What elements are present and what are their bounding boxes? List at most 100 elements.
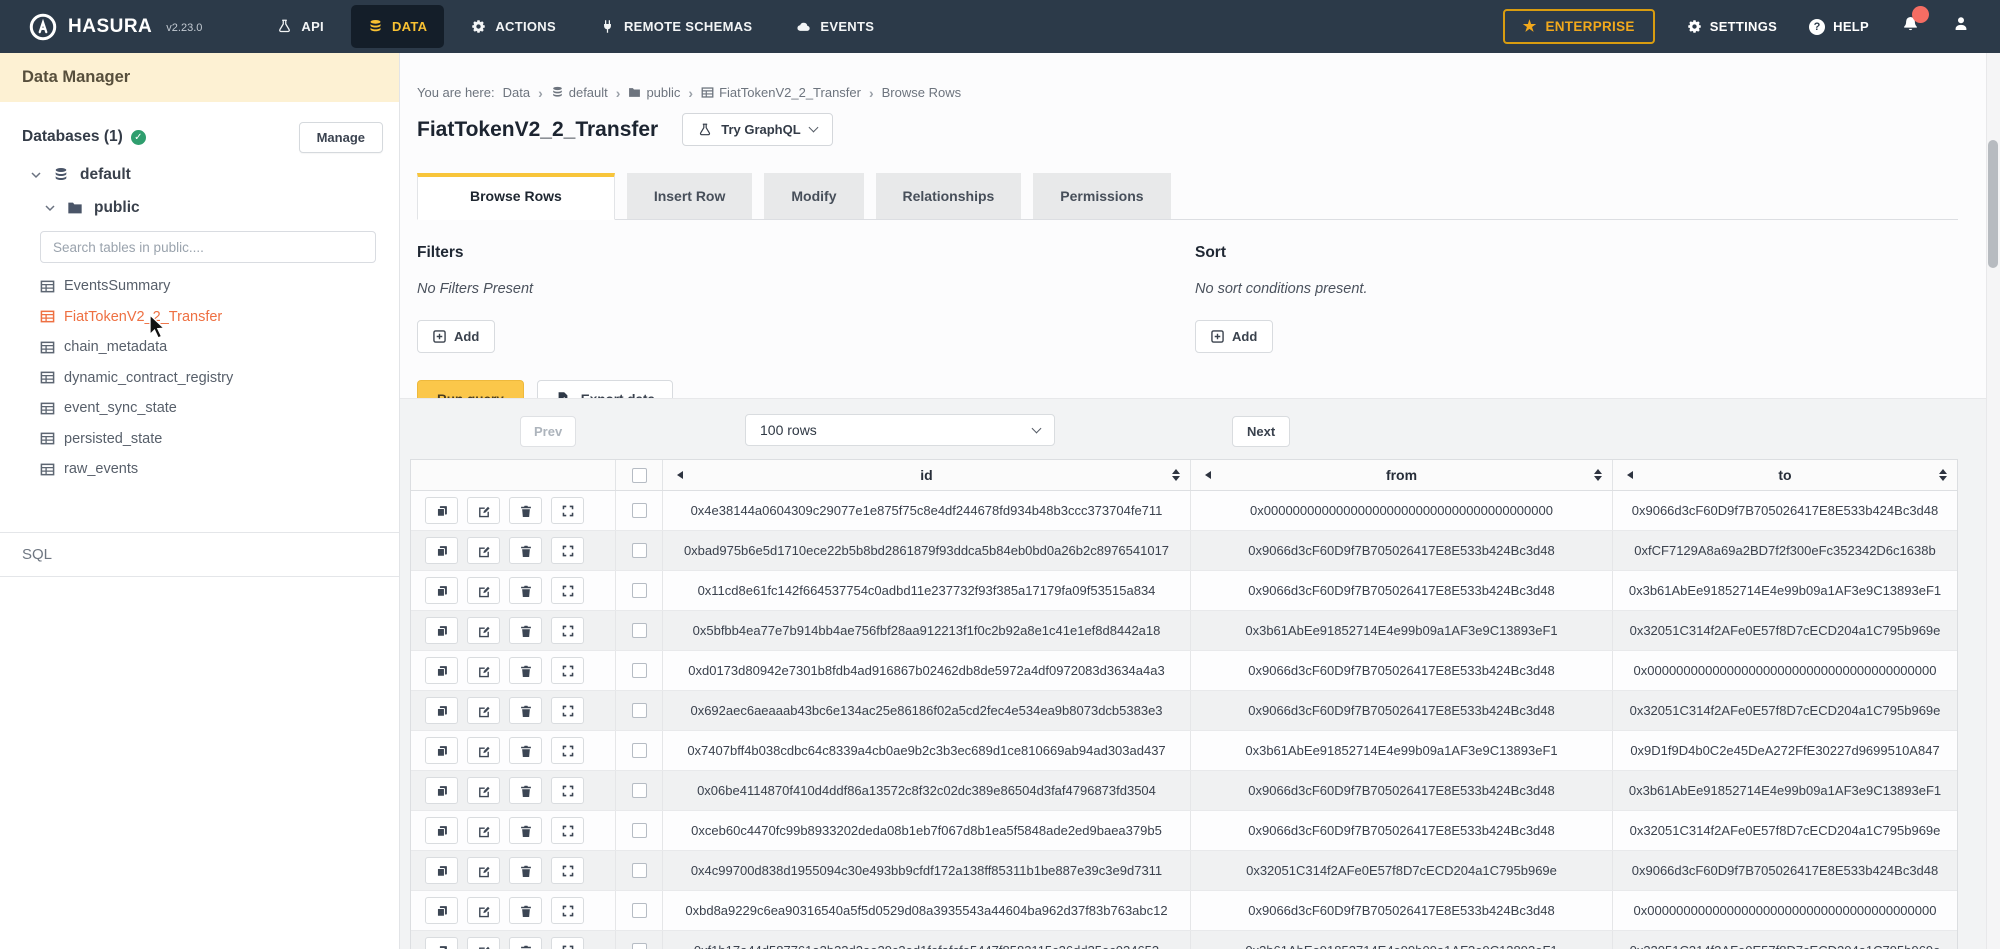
expand-row-button[interactable] (551, 697, 584, 724)
sidebar-table-chain-metadata[interactable]: chain_metadata (40, 332, 399, 363)
edit-row-button[interactable] (467, 697, 500, 724)
copy-row-button[interactable] (425, 777, 458, 804)
tab-insert-row[interactable]: Insert Row (627, 173, 753, 219)
breadcrumb-default[interactable]: default (551, 85, 608, 100)
breadcrumb-table[interactable]: FiatTokenV2_2_Transfer (701, 85, 861, 100)
delete-row-button[interactable] (509, 777, 542, 804)
row-checkbox[interactable] (632, 823, 647, 838)
delete-row-button[interactable] (509, 817, 542, 844)
tab-relationships[interactable]: Relationships (876, 173, 1022, 219)
nav-item-events[interactable]: EVENTS (779, 5, 891, 48)
delete-row-button[interactable] (509, 937, 542, 949)
copy-row-button[interactable] (425, 657, 458, 684)
manage-button[interactable]: Manage (299, 122, 383, 153)
copy-row-button[interactable] (425, 577, 458, 604)
copy-row-button[interactable] (425, 937, 458, 949)
sort-column-icon[interactable] (1172, 469, 1180, 481)
delete-row-button[interactable] (509, 857, 542, 884)
notifications-button[interactable] (1901, 15, 1920, 39)
edit-row-button[interactable] (467, 857, 500, 884)
copy-row-button[interactable] (425, 817, 458, 844)
next-page-button[interactable]: Next (1232, 416, 1290, 447)
copy-row-button[interactable] (425, 537, 458, 564)
copy-row-button[interactable] (425, 697, 458, 724)
page-scrollbar-thumb[interactable] (1988, 140, 1998, 268)
tab-modify[interactable]: Modify (764, 173, 863, 219)
delete-row-button[interactable] (509, 577, 542, 604)
edit-row-button[interactable] (467, 937, 500, 949)
chevron-down-icon[interactable] (44, 202, 56, 214)
delete-row-button[interactable] (509, 697, 542, 724)
expand-row-button[interactable] (551, 657, 584, 684)
row-checkbox[interactable] (632, 943, 647, 949)
user-menu-button[interactable] (1952, 15, 1970, 38)
edit-row-button[interactable] (467, 497, 500, 524)
nav-item-remote-schemas[interactable]: REMOTE SCHEMAS (583, 5, 769, 48)
delete-row-button[interactable] (509, 737, 542, 764)
delete-row-button[interactable] (509, 897, 542, 924)
edit-row-button[interactable] (467, 577, 500, 604)
collapse-column-icon[interactable] (673, 471, 683, 479)
row-checkbox[interactable] (632, 623, 647, 638)
sort-column-icon[interactable] (1594, 469, 1602, 481)
collapse-column-icon[interactable] (1623, 471, 1633, 479)
sidebar-table-event-sync-state[interactable]: event_sync_state (40, 393, 399, 424)
expand-row-button[interactable] (551, 537, 584, 564)
row-checkbox[interactable] (632, 783, 647, 798)
chevron-down-icon[interactable] (30, 169, 42, 181)
copy-row-button[interactable] (425, 497, 458, 524)
row-checkbox[interactable] (632, 743, 647, 758)
add-filter-button[interactable]: Add (417, 320, 495, 353)
nav-item-api[interactable]: API (260, 5, 341, 48)
search-tables-input[interactable] (40, 231, 376, 263)
delete-row-button[interactable] (509, 657, 542, 684)
edit-row-button[interactable] (467, 897, 500, 924)
tab-browse-rows[interactable]: Browse Rows (417, 173, 615, 220)
nav-item-data[interactable]: DATA (351, 5, 444, 48)
page-size-select[interactable]: 100 rows (745, 414, 1055, 446)
settings-link[interactable]: SETTINGS (1687, 19, 1777, 34)
expand-row-button[interactable] (551, 857, 584, 884)
delete-row-button[interactable] (509, 617, 542, 644)
collapse-column-icon[interactable] (1201, 471, 1211, 479)
try-graphql-button[interactable]: Try GraphQL (682, 113, 832, 146)
breadcrumb-browse-rows[interactable]: Browse Rows (882, 85, 961, 100)
edit-row-button[interactable] (467, 817, 500, 844)
delete-row-button[interactable] (509, 537, 542, 564)
row-checkbox[interactable] (632, 543, 647, 558)
row-checkbox[interactable] (632, 863, 647, 878)
tab-permissions[interactable]: Permissions (1033, 173, 1170, 219)
sidebar-table-persisted-state[interactable]: persisted_state (40, 424, 399, 455)
edit-row-button[interactable] (467, 537, 500, 564)
select-all-checkbox[interactable] (632, 468, 647, 483)
help-link[interactable]: ? HELP (1809, 19, 1869, 35)
expand-row-button[interactable] (551, 897, 584, 924)
sidebar-table-fiattokenv2-2-transfer[interactable]: FiatTokenV2_2_Transfer (40, 302, 399, 333)
row-checkbox[interactable] (632, 583, 647, 598)
edit-row-button[interactable] (467, 657, 500, 684)
copy-row-button[interactable] (425, 857, 458, 884)
edit-row-button[interactable] (467, 617, 500, 644)
schema-tree-item-public[interactable]: public (0, 199, 399, 217)
sidebar-table-raw-events[interactable]: raw_events (40, 454, 399, 485)
database-tree-item-default[interactable]: default (0, 166, 399, 184)
expand-row-button[interactable] (551, 617, 584, 644)
expand-row-button[interactable] (551, 817, 584, 844)
expand-row-button[interactable] (551, 777, 584, 804)
breadcrumb-data[interactable]: Data (503, 85, 530, 100)
add-sort-button[interactable]: Add (1195, 320, 1273, 353)
sidebar-sql-section[interactable]: SQL (0, 532, 399, 577)
delete-row-button[interactable] (509, 497, 542, 524)
copy-row-button[interactable] (425, 737, 458, 764)
hasura-brand[interactable]: HASURA v2.23.0 (28, 12, 202, 42)
copy-row-button[interactable] (425, 617, 458, 644)
row-checkbox[interactable] (632, 503, 647, 518)
sort-column-icon[interactable] (1939, 469, 1947, 481)
enterprise-button[interactable]: ★ ENTERPRISE (1503, 9, 1655, 44)
column-header-from[interactable]: from (1191, 460, 1613, 490)
expand-row-button[interactable] (551, 577, 584, 604)
edit-row-button[interactable] (467, 777, 500, 804)
breadcrumb-public[interactable]: public (628, 85, 680, 100)
copy-row-button[interactable] (425, 897, 458, 924)
expand-row-button[interactable] (551, 937, 584, 949)
